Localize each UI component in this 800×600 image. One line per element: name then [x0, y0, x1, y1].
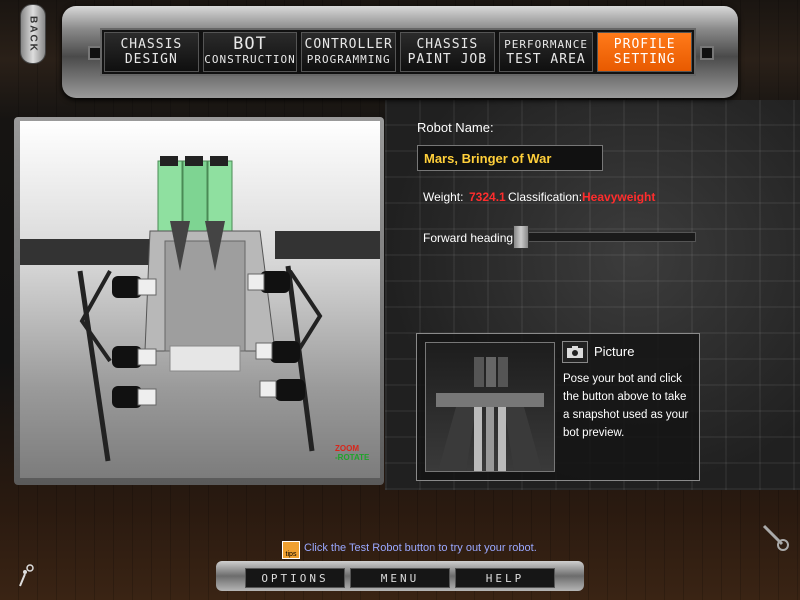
robot-3d-viewport[interactable]	[20, 121, 380, 478]
help-button[interactable]: HELP	[455, 568, 555, 588]
tab-label-line2: PROGRAMMING	[306, 53, 391, 66]
tab-performance-test-area[interactable]: PERFORMANCE TEST AREA	[498, 32, 594, 72]
classification-value: Heavyweight	[582, 190, 656, 204]
tab-label-line2: SETTING	[613, 52, 676, 67]
help-label: HELP	[485, 571, 525, 585]
tab-label-line2: CONSTRUCTION	[204, 53, 296, 66]
menu-button[interactable]: MENU	[350, 568, 450, 588]
tab-label-line1: CHASSIS	[416, 37, 479, 52]
right-arm	[275, 231, 380, 259]
camera-icon	[567, 346, 583, 358]
green-tank	[207, 160, 233, 232]
menu-label: MENU	[380, 571, 420, 585]
nav-indicator-right	[700, 46, 714, 60]
tab-label-line1: CHASSIS	[120, 37, 183, 52]
picture-title: Picture	[594, 344, 635, 359]
back-label: BACK	[27, 15, 39, 53]
options-button[interactable]: OPTIONS	[245, 568, 345, 588]
left-arm	[20, 239, 155, 265]
robot-name-input[interactable]	[417, 145, 603, 171]
classification-label: Classification:	[508, 190, 583, 204]
back-button[interactable]: BACK	[20, 4, 46, 64]
tab-label-line2: TEST AREA	[506, 52, 586, 67]
snapshot-button[interactable]	[562, 341, 588, 363]
tab-label-line2: DESIGN	[124, 52, 178, 67]
tab-profile-setting[interactable]: PROFILE SETTING	[597, 32, 693, 72]
wrench-icon[interactable]	[760, 522, 790, 552]
tab-label-line1: CONTROLLER	[304, 37, 393, 52]
forward-heading-slider[interactable]	[513, 225, 529, 249]
robot-name-label: Robot Name:	[417, 120, 494, 135]
green-tank	[157, 160, 183, 232]
tab-chassis-design[interactable]: CHASSIS DESIGN	[104, 32, 199, 72]
rotate-label: -ROTATE	[335, 453, 370, 462]
tab-label-line1: PROFILE	[613, 37, 676, 52]
weight-value: 7324.1	[469, 190, 506, 204]
tips-icon-label: tips	[285, 551, 297, 558]
picture-description: Pose your bot and click the button above…	[563, 373, 689, 439]
zoom-label: ZOOM	[335, 444, 359, 453]
tab-label-line1: BOT	[233, 34, 267, 54]
main-nav: CHASSIS DESIGN BOT CONSTRUCTION CONTROLL…	[100, 28, 696, 76]
robot-model	[20, 156, 380, 462]
tips-icon: tips	[282, 541, 300, 559]
tab-label-line2: PAINT JOB	[407, 52, 488, 67]
tab-label-line1: PERFORMANCE	[504, 38, 588, 51]
zoom-rotate-legend: ZOOM -ROTATE	[335, 444, 369, 462]
tip-text: Click the Test Robot button to try out y…	[304, 542, 537, 554]
forward-heading-label: Forward heading:	[423, 231, 517, 245]
forward-heading-track[interactable]	[514, 232, 696, 242]
bot-preview-thumbnail	[425, 342, 555, 472]
power-icon[interactable]	[16, 562, 40, 588]
armor-plate	[164, 240, 246, 352]
tab-chassis-paint-job[interactable]: CHASSIS PAINT JOB	[400, 32, 495, 72]
weight-label: Weight:	[423, 190, 464, 204]
green-tank	[182, 160, 208, 232]
tab-bot-construction[interactable]: BOT CONSTRUCTION	[202, 32, 298, 72]
options-label: OPTIONS	[261, 571, 329, 585]
tab-controller-programming[interactable]: CONTROLLER PROGRAMMING	[301, 32, 397, 72]
